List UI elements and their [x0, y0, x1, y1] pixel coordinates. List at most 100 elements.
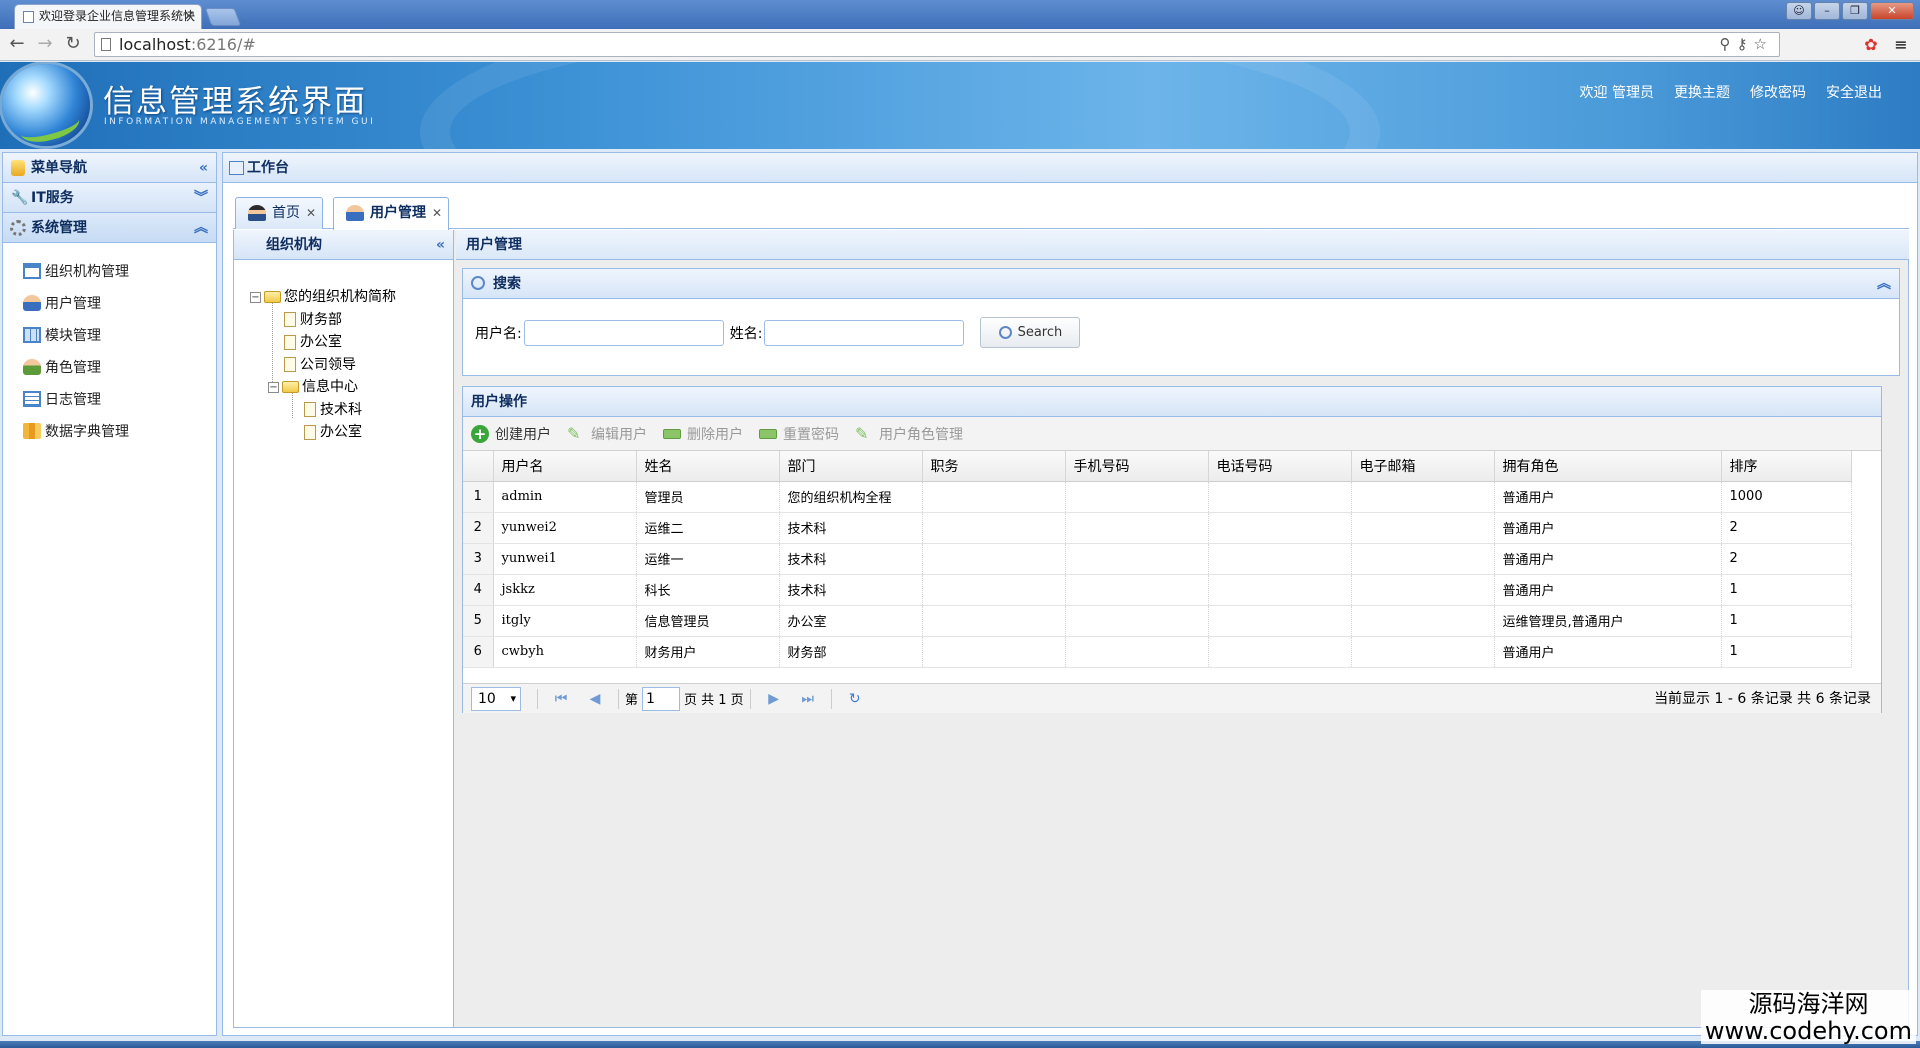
change-theme-link[interactable]: 更换主题 [1674, 82, 1730, 102]
prev-page-icon[interactable]: ◀ [584, 691, 606, 707]
user-icon[interactable]: ☺ [1786, 2, 1812, 20]
username-input[interactable] [523, 319, 724, 346]
table-cell [1065, 481, 1209, 513]
table-cell: jskkz [493, 574, 637, 606]
column-header[interactable]: 职务 [922, 451, 1066, 482]
address-bar[interactable]: localhost:6216/# ⚲⚷☆ [94, 32, 1780, 57]
create-user-button[interactable]: + 创建用户 [471, 424, 551, 444]
expand-chevron-icon[interactable]: ︾ [194, 183, 208, 213]
zoom-icon[interactable]: ⚲ [1720, 35, 1737, 53]
first-page-icon[interactable]: ⏮ [550, 691, 572, 707]
new-tab-button[interactable] [204, 8, 242, 26]
browser-tab[interactable]: 欢迎登录企业信息管理系统快 ✕ [14, 4, 202, 29]
sidebar-item-label: 角色管理 [45, 360, 101, 376]
column-header[interactable]: 电子邮箱 [1351, 451, 1495, 482]
tree-node[interactable]: 技术科 [250, 399, 396, 422]
sidebar-group-system[interactable]: 系统管理 ︽ [3, 213, 216, 243]
column-header[interactable]: 排序 [1721, 451, 1852, 482]
tree-node[interactable]: 公司领导 [250, 354, 396, 377]
pager-separator [618, 688, 619, 709]
restore-button[interactable]: ❐ [1842, 2, 1868, 20]
table-row[interactable]: 2 yunwei2 运维二 技术科 普通用户 2 [463, 512, 1852, 544]
reload-icon[interactable]: ↻ [62, 33, 84, 55]
page-size-select[interactable]: 10 [471, 686, 521, 711]
column-header[interactable]: 拥有角色 [1494, 451, 1722, 482]
workbench-header: 工作台 [223, 153, 1917, 183]
table-row[interactable]: 6 cwbyh 财务用户 财务部 普通用户 1 [463, 636, 1852, 668]
edit-user-button[interactable]: ✎ 编辑用户 [567, 424, 647, 444]
tree-node[interactable]: 办公室 [250, 331, 396, 354]
collapse-chevron-icon[interactable]: ︽ [194, 213, 208, 243]
sidebar-item-roles[interactable]: 角色管理 [3, 351, 216, 383]
table-cell: 财务用户 [636, 636, 780, 668]
table-cell: itgly [493, 605, 637, 637]
sidebar-item-users[interactable]: 用户管理 [3, 287, 216, 319]
table-body: 1 admin 管理员 您的组织机构全程 普通用户 1000 2 yunwei2 运维二 技术科普… [463, 481, 1852, 668]
org-panel-header: 组织机构 « [234, 230, 453, 260]
collapse-node-icon[interactable]: − [250, 291, 261, 303]
extension-icon[interactable]: ✿ [1860, 35, 1882, 54]
tab-user-management[interactable]: 用户管理 ✕ [333, 197, 449, 230]
tab-home[interactable]: 首页 ✕ [235, 197, 323, 229]
logout-link[interactable]: 安全退出 [1826, 82, 1882, 102]
search-button[interactable]: Search [980, 317, 1081, 348]
column-header[interactable]: 电话号码 [1208, 451, 1352, 482]
collapse-up-icon[interactable]: ︽ [1877, 269, 1891, 299]
collapse-node-icon[interactable]: − [268, 381, 279, 393]
user-management-panel: 用户管理 搜索 ︽ 用户名: 姓名: Search 用户操作 + 创建用户 ✎ … [456, 230, 1909, 1027]
table-cell: 1 [1721, 636, 1852, 668]
user-ops-header: 用户操作 [463, 387, 1881, 417]
tree-node[interactable]: 财务部 [250, 309, 396, 332]
document-icon [284, 357, 296, 372]
reset-password-button[interactable]: 重置密码 [759, 424, 839, 444]
column-header[interactable]: 用户名 [493, 451, 637, 482]
table-cell: 信息管理员 [636, 605, 780, 637]
table-row[interactable]: 4 jskkz 科长 技术科 普通用户 1 [463, 574, 1852, 606]
sidebar-item-modules[interactable]: 模块管理 [3, 319, 216, 351]
page-number-input[interactable] [642, 686, 681, 711]
key-icon[interactable]: ⚷ [1737, 35, 1754, 53]
tree-node-label: 信息中心 [302, 379, 358, 395]
delete-user-button[interactable]: 删除用户 [663, 424, 743, 444]
table-cell: 管理员 [636, 481, 780, 513]
change-password-link[interactable]: 修改密码 [1750, 82, 1806, 102]
menu-icon[interactable]: ≡ [1890, 35, 1912, 54]
user-role-management-button[interactable]: ✎ 用户角色管理 [855, 424, 963, 444]
close-window-button[interactable]: ✕ [1870, 2, 1914, 20]
table-cell: 办公室 [779, 605, 923, 637]
sidebar-group-it[interactable]: 🔧 IT服务 ︾ [3, 183, 216, 213]
collapse-left-icon[interactable]: « [436, 230, 445, 260]
tree-node-root[interactable]: − 您的组织机构简称 [250, 286, 396, 309]
table-cell: 普通用户 [1494, 481, 1722, 513]
back-arrow-icon[interactable]: ← [6, 33, 28, 55]
table-row[interactable]: 1 admin 管理员 您的组织机构全程 普通用户 1000 [463, 481, 1852, 513]
last-page-icon[interactable]: ⏭ [797, 691, 819, 707]
table-row[interactable]: 3 yunwei1 运维一 技术科 普通用户 2 [463, 543, 1852, 575]
tree-node-info-center[interactable]: − 信息中心 [250, 376, 396, 399]
row-number: 4 [463, 574, 494, 606]
name-input[interactable] [764, 319, 965, 346]
next-page-icon[interactable]: ▶ [763, 691, 785, 707]
table-header-row: 用户名 姓名 部门 职务 手机号码 电话号码 电子邮箱 拥有角色 排序 [463, 451, 1852, 482]
close-tab-icon[interactable]: ✕ [184, 5, 194, 28]
column-header[interactable]: 手机号码 [1065, 451, 1209, 482]
org-tree: − 您的组织机构简称 财务部 办公室 公司领导 − 信息中心 技术科 办公室 [250, 286, 396, 444]
pager-info: 当前显示 1 - 6 条记录 共 6 条记录 [1654, 691, 1871, 707]
table-cell [1208, 481, 1352, 513]
forward-arrow-icon[interactable]: → [34, 33, 56, 55]
column-header[interactable]: 部门 [779, 451, 923, 482]
refresh-icon[interactable]: ↻ [844, 691, 866, 707]
bookmark-star-icon[interactable]: ☆ [1754, 35, 1773, 53]
close-tab-icon[interactable]: ✕ [306, 198, 316, 228]
table-row[interactable]: 5 itgly 信息管理员 办公室 运维管理员,普通用户 1 [463, 605, 1852, 637]
sidebar-collapse-icon[interactable]: « [199, 153, 208, 183]
sidebar-item-logs[interactable]: 日志管理 [3, 383, 216, 415]
document-icon [284, 334, 296, 350]
table-cell: 1 [1721, 605, 1852, 637]
column-header[interactable]: 姓名 [636, 451, 780, 482]
sidebar-item-org[interactable]: 组织机构管理 [3, 255, 216, 287]
close-tab-icon[interactable]: ✕ [432, 198, 442, 228]
tree-node[interactable]: 办公室 [250, 421, 396, 444]
minimize-button[interactable]: – [1814, 2, 1840, 20]
sidebar-item-dictionary[interactable]: 数据字典管理 [3, 415, 216, 447]
